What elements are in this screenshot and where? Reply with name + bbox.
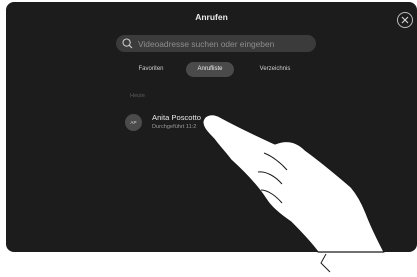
pointing-hand-illustration bbox=[202, 114, 385, 273]
